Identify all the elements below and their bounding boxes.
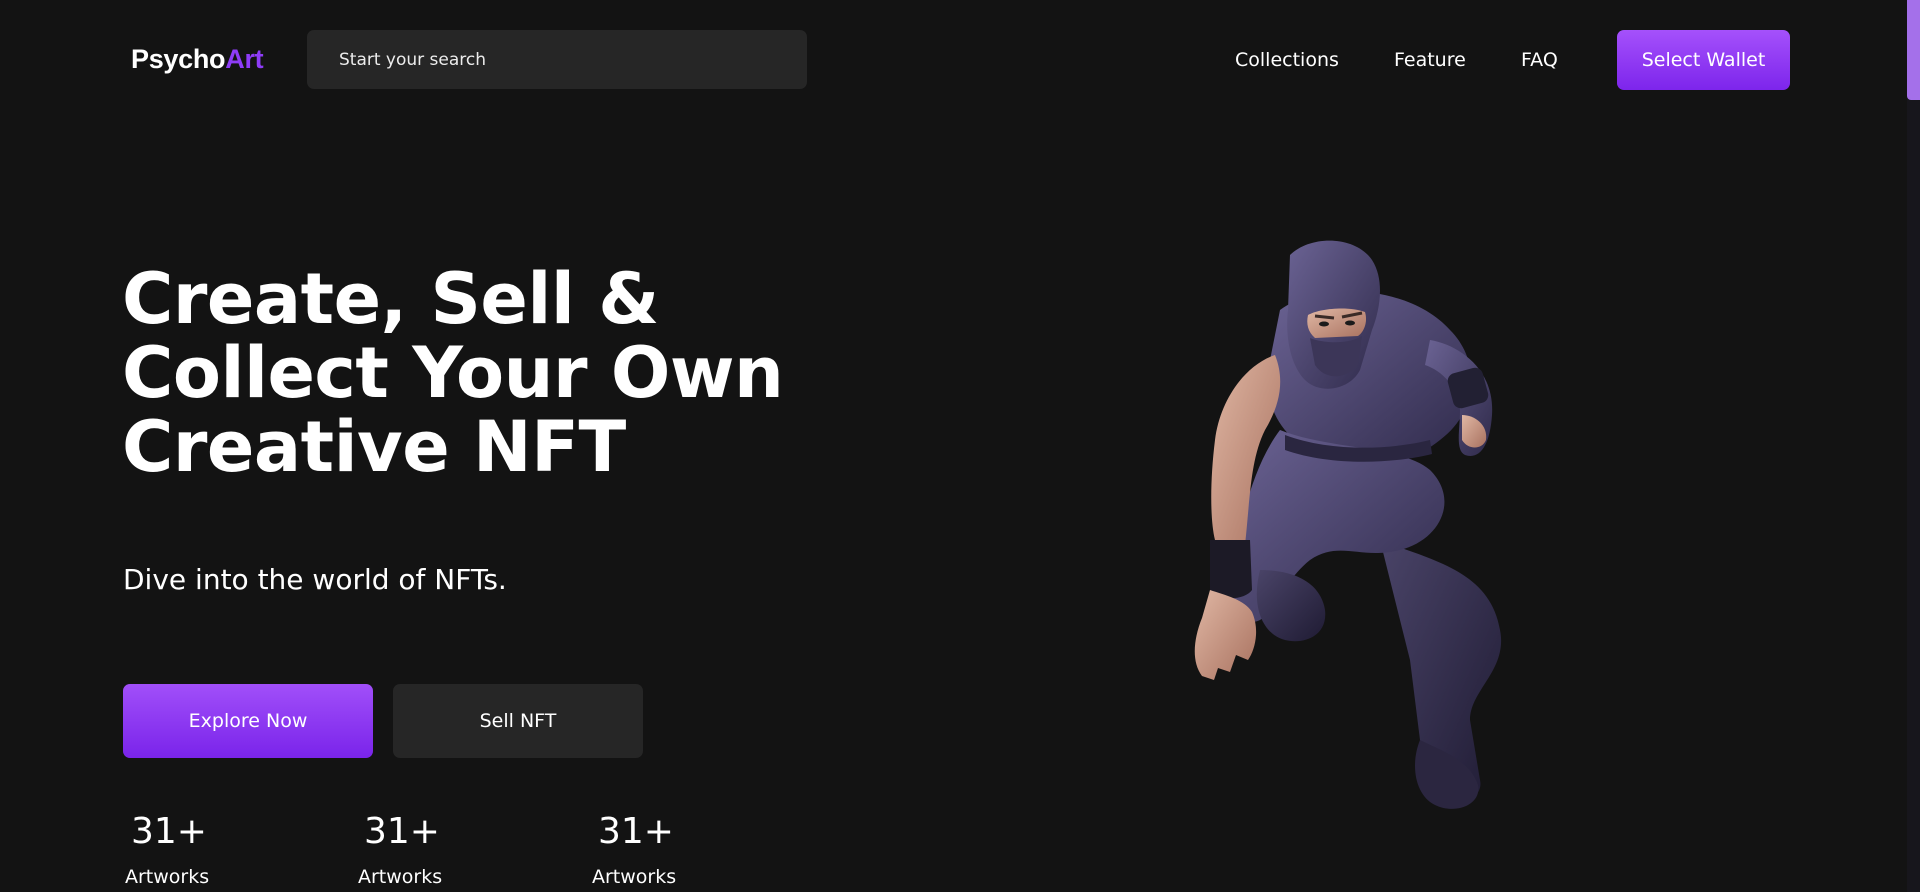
hero-title-line: Create, Sell &	[122, 258, 659, 340]
nav-link-faq[interactable]: FAQ	[1521, 49, 1558, 71]
stat-label: Artworks	[125, 866, 210, 888]
stat-item: 31+ Artworks	[356, 811, 443, 889]
stat-value: 31+	[131, 811, 207, 852]
explore-now-button[interactable]: Explore Now	[123, 684, 373, 758]
select-wallet-button[interactable]: Select Wallet	[1617, 30, 1790, 90]
stat-item: 31+ Artworks	[590, 811, 677, 889]
sell-nft-button[interactable]: Sell NFT	[393, 684, 643, 758]
nav-link-collections[interactable]: Collections	[1235, 49, 1339, 71]
search-input[interactable]	[307, 30, 807, 89]
page: PsychoArt Collections Feature FAQ Select…	[0, 0, 1920, 892]
scrollbar-thumb[interactable]	[1907, 0, 1920, 100]
logo-text-accent: Art	[225, 44, 264, 74]
stat-value: 31+	[598, 811, 674, 852]
stat-label: Artworks	[358, 866, 443, 888]
logo[interactable]: PsychoArt	[131, 44, 264, 75]
hero-title-line: Collect Your Own	[122, 332, 784, 414]
stat-value: 31+	[364, 811, 440, 852]
nav-link-feature[interactable]: Feature	[1394, 49, 1466, 71]
scrollbar-track[interactable]	[1907, 0, 1920, 892]
hero-title-line: Creative NFT	[122, 406, 626, 488]
stat-item: 31+ Artworks	[123, 811, 210, 889]
ninja-figure-illustration	[1194, 240, 1502, 809]
hero-subtitle: Dive into the world of NFTs.	[123, 563, 507, 596]
stat-label: Artworks	[592, 866, 677, 888]
hero-title: Create, Sell & Collect Your Own Creative…	[122, 262, 802, 484]
logo-text-primary: Psycho	[131, 44, 226, 74]
